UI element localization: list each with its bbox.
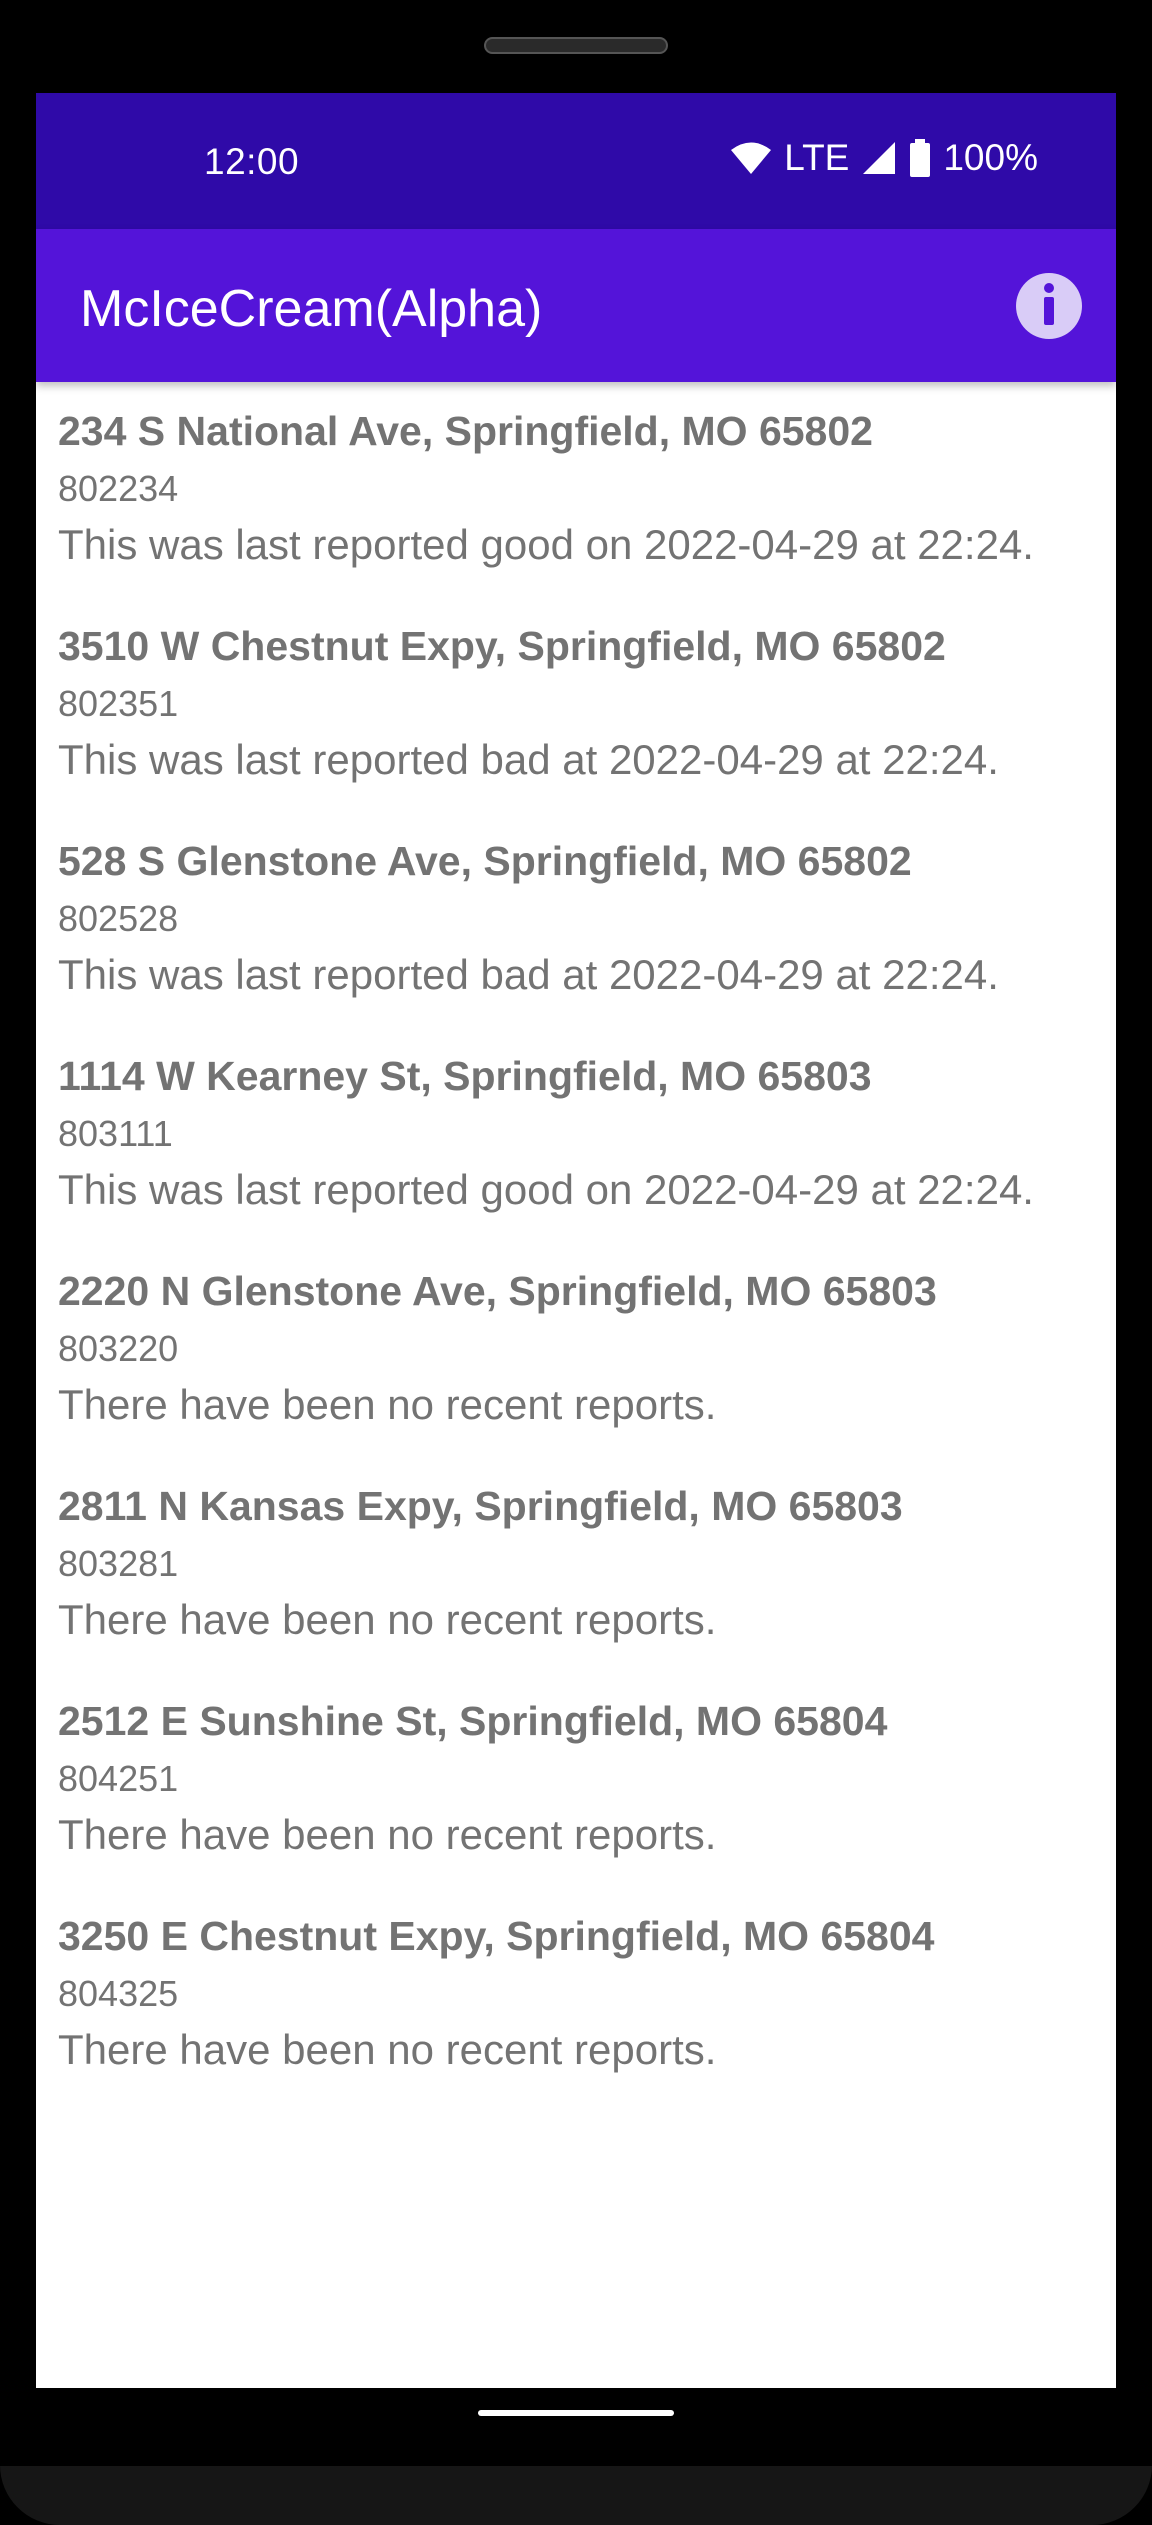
location-address: 1114 W Kearney St, Springfield, MO 65803 xyxy=(58,1053,872,1099)
earpiece-speaker xyxy=(484,37,668,54)
location-id: 802351 xyxy=(58,683,179,724)
list-item[interactable]: 2811 N Kansas Expy, Springfield, MO 6580… xyxy=(36,1457,1116,1672)
network-type-label: LTE xyxy=(784,137,850,178)
location-status: This was last reported bad at 2022-04-29… xyxy=(58,736,999,783)
location-status: There have been no recent reports. xyxy=(58,2026,717,2073)
list-item[interactable]: 2512 E Sunshine St, Springfield, MO 6580… xyxy=(36,1672,1116,1887)
info-icon xyxy=(1039,282,1059,330)
list-item[interactable]: 234 S National Ave, Springfield, MO 6580… xyxy=(36,382,1116,597)
location-address: 234 S National Ave, Springfield, MO 6580… xyxy=(58,408,873,454)
location-address: 2220 N Glenstone Ave, Springfield, MO 65… xyxy=(58,1268,937,1314)
list-item[interactable]: 3510 W Chestnut Expy, Springfield, MO 65… xyxy=(36,597,1116,812)
cell-signal-icon xyxy=(861,141,897,175)
location-status: There have been no recent reports. xyxy=(58,1596,717,1643)
location-status: This was last reported bad at 2022-04-29… xyxy=(58,951,999,998)
list-item[interactable]: 528 S Glenstone Ave, Springfield, MO 658… xyxy=(36,812,1116,1027)
list-item[interactable]: 2220 N Glenstone Ave, Springfield, MO 65… xyxy=(36,1242,1116,1457)
status-bar: 12:00 LTE 100% xyxy=(36,93,1116,229)
location-id: 803281 xyxy=(58,1543,179,1584)
gesture-nav-handle[interactable] xyxy=(478,2410,674,2416)
location-id: 804325 xyxy=(58,1973,179,2014)
list-item[interactable]: 3250 E Chestnut Expy, Springfield, MO 65… xyxy=(36,1887,1116,2102)
location-address: 2811 N Kansas Expy, Springfield, MO 6580… xyxy=(58,1483,903,1529)
location-id: 802528 xyxy=(58,898,179,939)
status-icons: LTE 100% xyxy=(730,137,1038,179)
device-frame: 12:00 LTE 100% McIceCream(Alpha) 234 S N… xyxy=(0,0,1152,2525)
location-id: 803220 xyxy=(58,1328,179,1369)
location-status: This was last reported good on 2022-04-2… xyxy=(58,1166,1034,1213)
location-id: 802234 xyxy=(58,468,179,509)
wifi-icon xyxy=(730,141,772,175)
location-address: 528 S Glenstone Ave, Springfield, MO 658… xyxy=(58,838,912,884)
location-id: 803111 xyxy=(58,1113,173,1154)
location-address: 3250 E Chestnut Expy, Springfield, MO 65… xyxy=(58,1913,935,1959)
location-id: 804251 xyxy=(58,1758,179,1799)
location-address: 2512 E Sunshine St, Springfield, MO 6580… xyxy=(58,1698,888,1744)
device-bottom-edge xyxy=(0,2466,1152,2525)
location-status: There have been no recent reports. xyxy=(58,1381,717,1428)
location-status: There have been no recent reports. xyxy=(58,1811,717,1858)
screen: 12:00 LTE 100% McIceCream(Alpha) 234 S N… xyxy=(36,93,1116,2388)
info-button[interactable] xyxy=(1016,273,1082,339)
app-title: McIceCream(Alpha) xyxy=(80,280,543,338)
battery-icon xyxy=(909,139,931,177)
battery-percent: 100% xyxy=(943,137,1038,178)
app-bar: McIceCream(Alpha) xyxy=(36,229,1116,382)
location-status: This was last reported good on 2022-04-2… xyxy=(58,521,1034,568)
list-item[interactable]: 1114 W Kearney St, Springfield, MO 65803… xyxy=(36,1027,1116,1242)
status-time: 12:00 xyxy=(204,141,300,182)
location-address: 3510 W Chestnut Expy, Springfield, MO 65… xyxy=(58,623,946,669)
location-list: 234 S National Ave, Springfield, MO 6580… xyxy=(36,382,1116,2102)
